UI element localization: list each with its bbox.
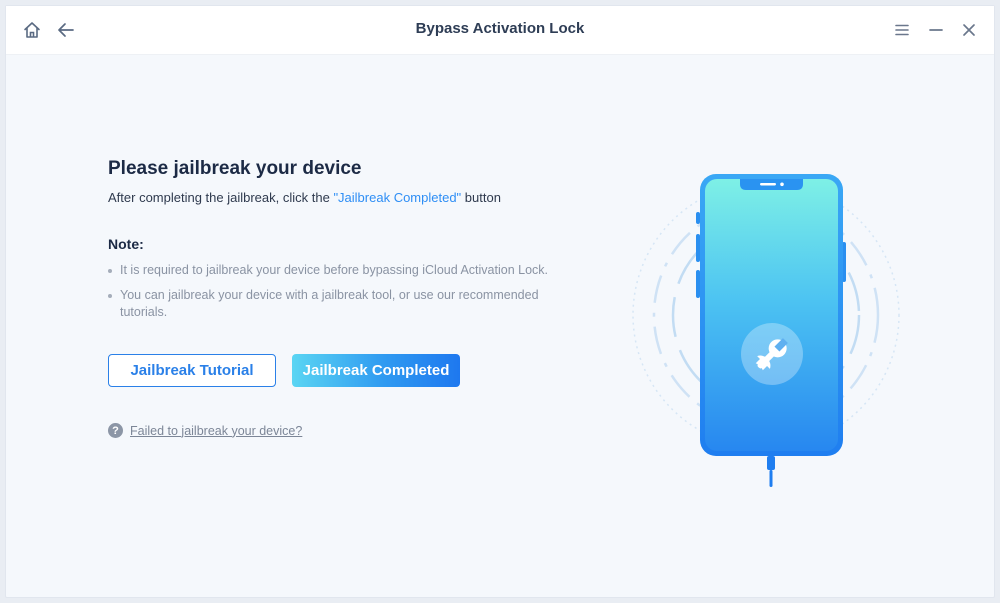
page-heading: Please jailbreak your device <box>108 158 362 179</box>
minimize-icon[interactable] <box>924 18 948 42</box>
app-window: Bypass Activation Lock Please jailbreak … <box>5 5 995 598</box>
instruction-text: After completing the jailbreak, click th… <box>108 190 501 205</box>
title-bar: Bypass Activation Lock <box>6 6 994 55</box>
note-item: It is required to jailbreak your device … <box>108 262 578 279</box>
main-content: Please jailbreak your device After compl… <box>6 54 994 597</box>
note-title: Note: <box>108 236 144 252</box>
menu-icon[interactable] <box>890 18 914 42</box>
help-link-row[interactable]: ? Failed to jailbreak your device? <box>108 423 302 438</box>
phone-illustration <box>626 162 906 492</box>
note-text: You can jailbreak your device with a jai… <box>120 288 539 319</box>
question-icon: ? <box>108 423 123 438</box>
bullet-icon <box>108 294 112 298</box>
instruction-prefix: After completing the jailbreak, click th… <box>108 190 334 205</box>
window-title: Bypass Activation Lock <box>415 20 585 37</box>
bullet-icon <box>108 269 112 273</box>
jailbreak-completed-button[interactable]: Jailbreak Completed <box>292 354 460 387</box>
instruction-suffix: button <box>461 190 501 205</box>
note-list: It is required to jailbreak your device … <box>108 262 578 329</box>
failed-jailbreak-link[interactable]: Failed to jailbreak your device? <box>130 424 302 438</box>
note-item: You can jailbreak your device with a jai… <box>108 287 578 321</box>
instruction-highlight: "Jailbreak Completed" <box>333 190 462 205</box>
phone-icon <box>632 174 900 487</box>
close-icon[interactable] <box>957 18 981 42</box>
note-text: It is required to jailbreak your device … <box>120 263 549 277</box>
jailbreak-tutorial-button[interactable]: Jailbreak Tutorial <box>108 354 276 387</box>
